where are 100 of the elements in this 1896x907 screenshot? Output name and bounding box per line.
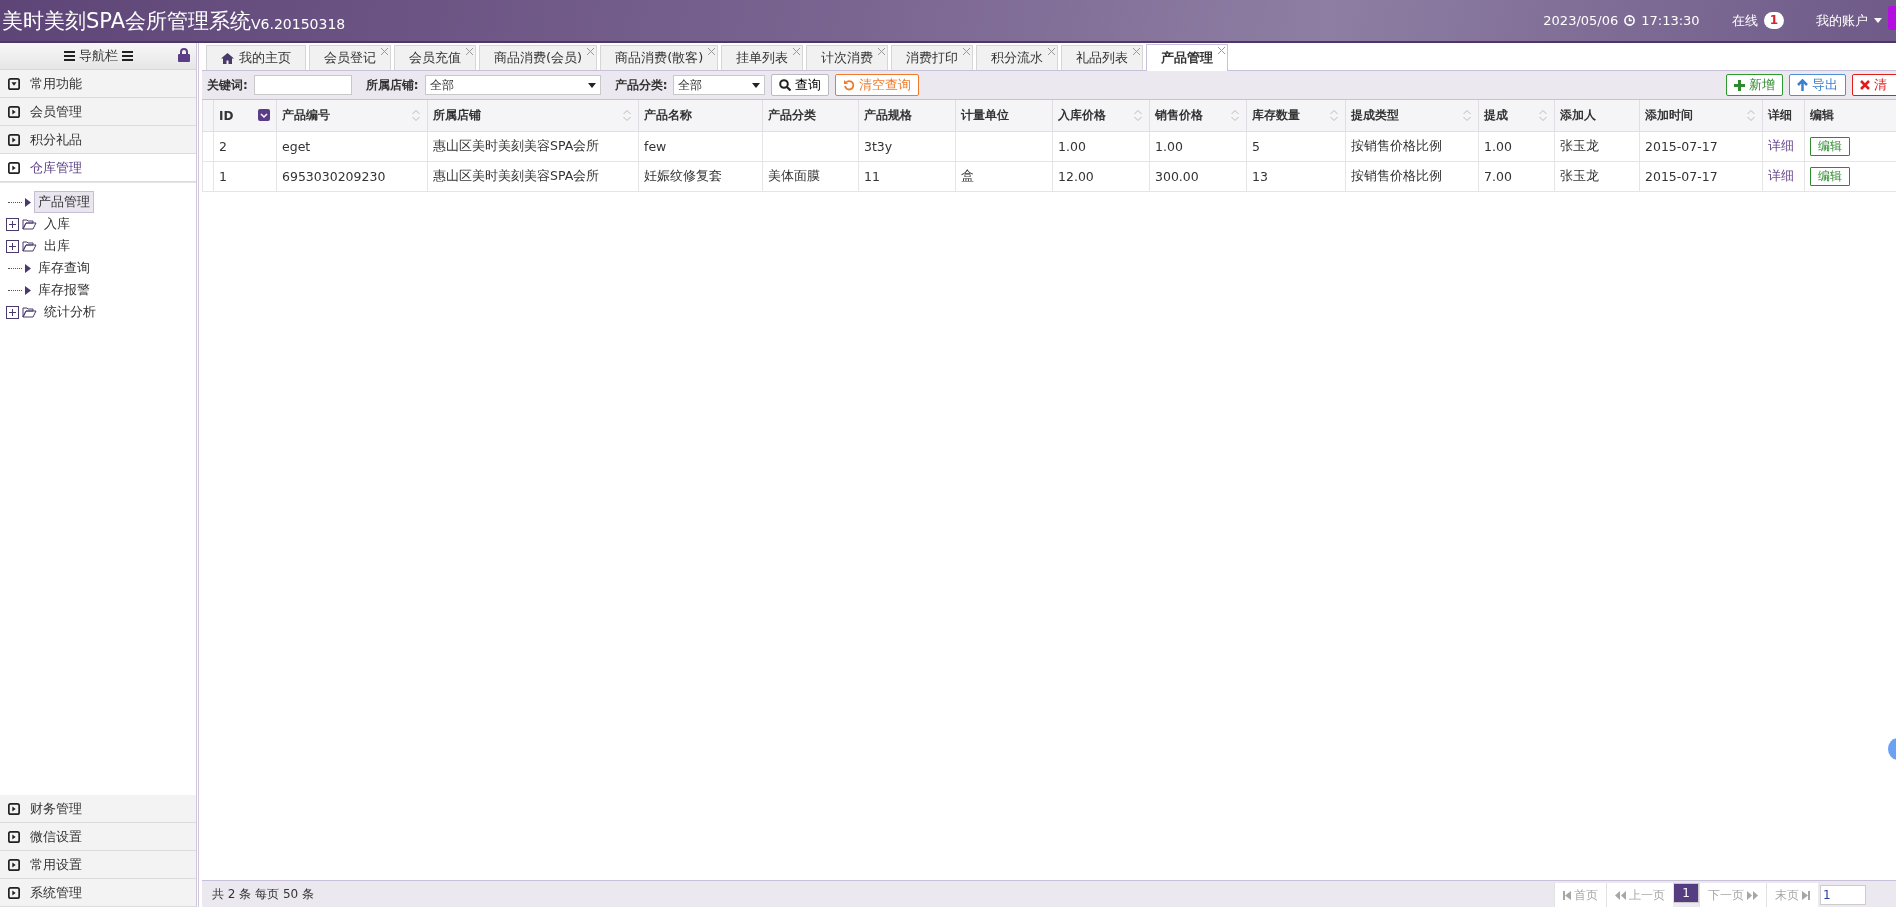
sort-icon[interactable] [1230,109,1240,122]
tab[interactable]: 计次消费 [806,45,889,70]
tree-item[interactable]: 库存报警 [34,279,94,301]
expand-icon[interactable] [6,239,19,253]
column-header: 产品规格 [864,108,912,122]
table-cell: 1.00 [1155,139,1183,154]
column-header: 库存数量 [1252,108,1300,122]
sort-icon[interactable] [1746,109,1756,122]
close-icon [1860,80,1870,90]
next-icon [1747,890,1758,900]
sort-icon[interactable] [1462,109,1472,122]
table-cell: 300.00 [1155,169,1199,184]
sidebar-section[interactable]: 常用设置 [0,851,196,879]
time-label: 17:13:30 [1641,13,1700,28]
table-cell: 2015-07-17 [1645,169,1718,184]
expand-icon[interactable] [6,217,19,231]
sidebar-section[interactable]: 常用功能 [0,70,196,98]
folder-icon [22,306,37,318]
caret-right-icon [8,886,20,899]
category-select[interactable]: 全部 [673,75,766,95]
add-button[interactable]: 新增 [1726,74,1783,96]
close-icon[interactable] [708,48,716,55]
account-menu[interactable]: 我的账户 [1816,11,1868,30]
keyword-field[interactable] [253,75,352,95]
sidebar-section[interactable]: 系统管理 [0,879,196,907]
close-icon[interactable] [963,48,971,55]
tree-item[interactable]: 出库 [40,235,74,257]
tab[interactable]: 我的主页 [206,45,306,70]
sort-icon[interactable] [1538,109,1548,122]
caret-right-icon [25,197,31,207]
sidebar-section[interactable]: 微信设置 [0,823,196,851]
dropdown-arrow-icon [587,82,596,88]
table-cell: 1 [219,169,227,184]
tab[interactable]: 会员登记 [309,45,391,70]
caret-right-icon [8,858,20,871]
tab[interactable]: 挂单列表 [721,45,804,70]
tree-item[interactable]: 产品管理 [34,191,94,213]
tree-item[interactable]: 统计分析 [40,301,100,323]
table-cell: 2015-07-17 [1645,139,1718,154]
sidebar-section[interactable]: 财务管理 [0,795,196,823]
sort-icon[interactable] [1329,109,1339,122]
caret-right-icon [8,830,20,843]
sort-icon[interactable] [1133,109,1143,122]
edit-button[interactable]: 编辑 [1810,137,1850,156]
tree-item[interactable]: 入库 [40,213,74,235]
caret-right-icon [8,105,20,118]
close-icon[interactable] [878,48,886,55]
column-header: 产品名称 [644,108,692,122]
tab[interactable]: 积分流水 [976,45,1059,70]
sidebar-section[interactable]: 会员管理 [0,98,196,126]
table-cell: 按销售价格比例 [1351,168,1442,183]
tab[interactable]: 会员充值 [394,45,476,70]
page-input[interactable]: 1 [1820,885,1866,905]
tab[interactable]: 商品消费(会员) [479,45,598,70]
export-button[interactable]: 导出 [1789,74,1846,96]
table-cell: 惠山区美时美刻美容SPA会所 [433,138,600,153]
close-icon[interactable] [1133,48,1141,55]
table-cell: 1.00 [1058,139,1086,154]
close-icon[interactable] [1218,47,1226,54]
tab[interactable]: 商品消费(散客) [600,45,719,70]
close-icon[interactable] [381,48,388,55]
table-cell: 6953030209230 [282,169,386,184]
record-summary: 共 2 条 每页 50 条 [212,885,314,903]
table-cell: few [644,139,667,154]
table-cell: 11 [864,169,880,184]
table-cell: 按销售价格比例 [1351,138,1442,153]
table-cell: 5 [1252,139,1260,154]
close-icon[interactable] [466,48,473,55]
plus-icon [1734,79,1745,91]
column-header: 详细 [1768,108,1792,122]
folder-icon [22,240,37,252]
lock-icon[interactable] [178,48,190,62]
edit-button[interactable]: 编辑 [1810,167,1850,186]
expand-icon[interactable] [6,305,19,319]
sort-icon[interactable] [622,109,632,122]
page-number[interactable]: 1 [1673,883,1699,903]
search-button[interactable]: 查询 [771,74,830,96]
sort-icon[interactable] [411,109,421,122]
sidebar-section[interactable]: 积分礼品 [0,126,196,154]
tab[interactable]: 礼品列表 [1061,45,1144,70]
folder-icon [22,218,37,230]
version-label: V6.20150318 [251,15,346,32]
table-cell: 惠山区美时美刻美容SPA会所 [433,168,600,183]
column-header: 提成 [1484,108,1508,122]
store-select[interactable]: 全部 [424,75,601,95]
column-header: 添加人 [1560,108,1596,122]
close-icon[interactable] [1048,48,1056,55]
tab[interactable]: 产品管理 [1146,44,1229,71]
column-header: 产品编号 [282,108,330,122]
table-cell: 12.00 [1058,169,1094,184]
table-cell: 美体面膜 [768,168,820,183]
online-label: 在线 [1731,11,1758,30]
home-icon [221,52,234,64]
tree-item[interactable]: 库存查询 [34,257,94,279]
tab[interactable]: 消费打印 [891,45,974,70]
table-cell: 2 [219,139,227,154]
close-icon[interactable] [587,48,595,55]
close-icon[interactable] [793,48,801,55]
sort-descending-icon[interactable] [258,109,270,121]
clean-button[interactable]: 清 [1852,74,1896,96]
